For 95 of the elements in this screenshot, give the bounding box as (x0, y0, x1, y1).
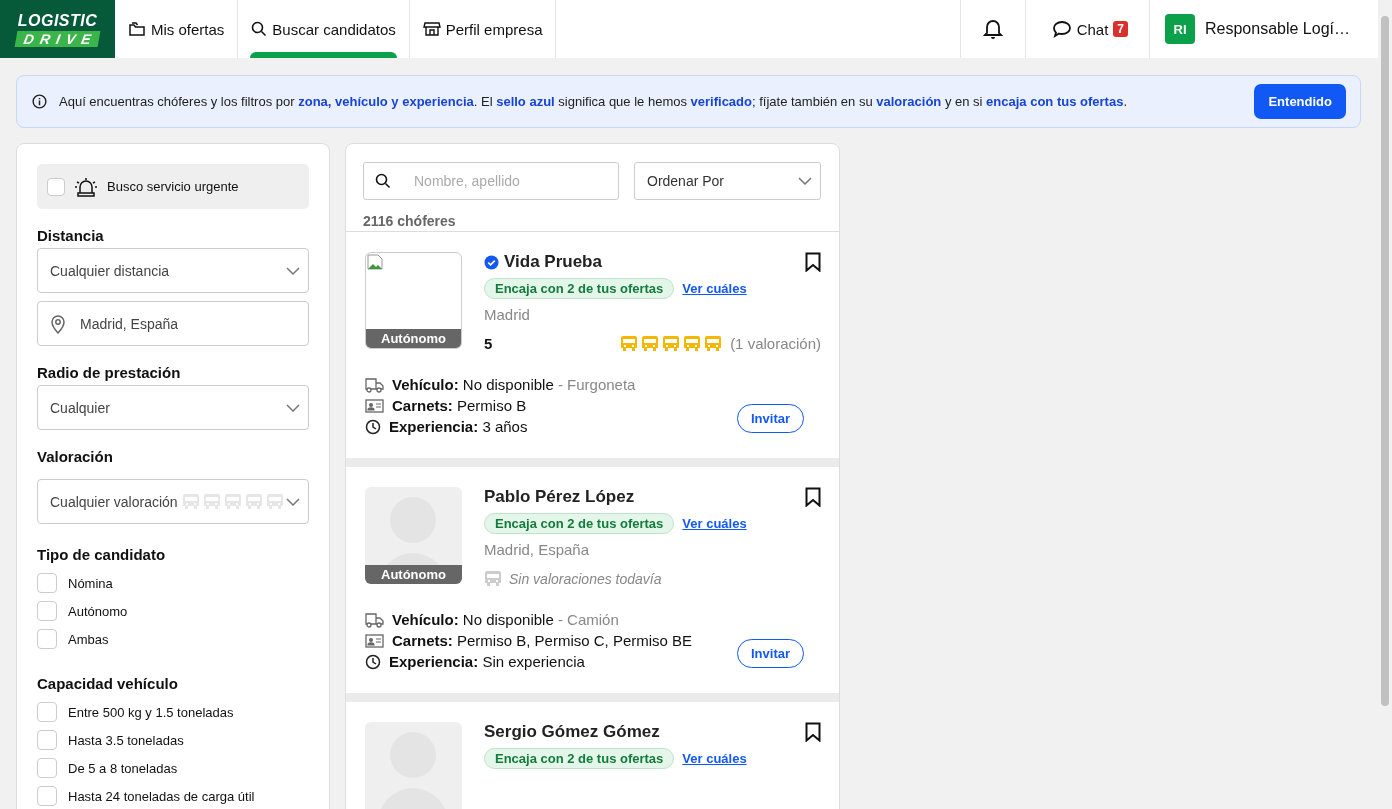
id-card-icon (365, 633, 384, 648)
urgent-label: Busco servicio urgente (107, 179, 239, 194)
see-which-link[interactable]: Ver cuáles (682, 751, 747, 766)
detail-text: Vehículo: No disponible (392, 611, 554, 628)
info-text: Aquí encuentras chóferes y los filtros por zona, vehículo y experiencia. El sello azul significa que le hemos verificado; fíjate también en su valoración y en si encaja con tus ofertas. (59, 94, 1128, 109)
nav-tab[interactable]: Mis ofertas (115, 0, 239, 58)
info-icon (32, 94, 47, 109)
see-which-link[interactable]: Ver cuáles (682, 281, 747, 296)
checkbox[interactable] (37, 702, 57, 722)
rating-star-icon (182, 493, 200, 510)
chevron-icon (798, 177, 812, 185)
candidate-location: Madrid (484, 306, 531, 323)
vehicle-type: - Furgoneta (557, 376, 636, 393)
checkbox[interactable] (37, 730, 57, 750)
rating-star-icon (662, 335, 681, 352)
distance-select[interactable]: Cualquier distancia (37, 248, 309, 293)
checkbox[interactable] (37, 573, 57, 593)
filter-title: Valoración (37, 448, 114, 465)
see-which-link[interactable]: Ver cuáles (682, 516, 747, 531)
search-field[interactable]: Nombre, apellido (363, 162, 619, 200)
bell-icon (982, 18, 1003, 40)
filter-title: Distancia (37, 227, 105, 244)
checkbox[interactable] (37, 786, 57, 806)
match-badge: Encaja con 2 de tus ofertas (484, 748, 675, 769)
option-label: Nómina (68, 575, 113, 591)
checkbox[interactable] (37, 629, 57, 649)
bookmark-icon[interactable] (805, 487, 821, 507)
rating-select[interactable]: Cualquier valoración (37, 479, 309, 524)
nav-tab[interactable]: Buscar candidatos (238, 0, 410, 58)
rating-star-icon (266, 493, 284, 510)
sort-select[interactable]: Ordenar Por (634, 162, 821, 200)
rating-icon (484, 570, 502, 587)
candidate-type-label: Autónomo (366, 329, 461, 348)
results-count: 2116 chóferes (363, 213, 457, 229)
option-label: Hasta 24 toneladas de carga útil (68, 788, 255, 804)
truck-icon (365, 611, 384, 628)
nav-tab[interactable]: Perfil empresa (409, 0, 557, 58)
candidate-location: Madrid, España (484, 541, 591, 558)
chevron-icon (286, 266, 300, 275)
detail-text: Experiencia: 3 años (389, 418, 528, 435)
radius-select[interactable]: Cualquier (37, 385, 309, 430)
match-badge: Encaja con 2 de tus ofertas (484, 278, 675, 299)
clock-icon (365, 418, 381, 435)
detail-text: Experiencia: Sin experiencia (389, 653, 585, 670)
chat-bubble-icon (1051, 20, 1072, 38)
checkbox[interactable] (47, 177, 65, 196)
filter-title: Radio de prestación (37, 364, 182, 381)
candidate-name: Sergio Gómez Gómez (484, 722, 660, 742)
rating-star-icon (224, 493, 242, 510)
option-label: De 5 a 8 toneladas (68, 760, 178, 776)
checkbox[interactable] (37, 601, 57, 621)
option-label: Hasta 3.5 toneladas (68, 732, 184, 748)
folder-icon (128, 21, 146, 37)
urgent-option[interactable]: Busco servicio urgente (37, 164, 309, 209)
bookmark-icon[interactable] (805, 252, 821, 272)
rating-star-icon (704, 335, 723, 352)
truck-icon (365, 376, 384, 393)
chevron-icon (286, 497, 300, 506)
candidate-type-label: Autónomo (365, 565, 462, 584)
understood-button[interactable]: Entendido (1254, 84, 1346, 119)
store-icon (422, 21, 441, 37)
logo[interactable]: LOGISTIC DRIVE (0, 0, 115, 58)
chevron-icon (286, 403, 300, 412)
filter-title: Tipo de candidato (37, 546, 167, 563)
no-rating-text: Sin valoraciones todavía (509, 570, 662, 587)
option-label: Entre 500 kg y 1.5 toneladas (68, 704, 234, 720)
rating-score: 5 (484, 335, 493, 352)
clock-icon (365, 653, 381, 670)
rating-star-icon (641, 335, 660, 352)
search-icon (251, 21, 268, 37)
rating-star-icon (245, 493, 263, 510)
unread-badge: 7 (1113, 21, 1128, 37)
candidate-name: Pablo Pérez López (484, 487, 635, 507)
rating-star-icon (683, 335, 702, 352)
siren-icon (74, 176, 98, 197)
option-label: Ambas (68, 631, 109, 647)
candidate-name: Vida Prueba (504, 252, 602, 272)
rating-count: (1 valoración) (730, 335, 821, 352)
user-name[interactable]: Responsable Logí… (1205, 20, 1350, 38)
rating-star-icon (203, 493, 221, 510)
match-badge: Encaja con 2 de tus ofertas (484, 513, 675, 534)
id-card-icon (365, 398, 384, 413)
option-label: Autónomo (68, 603, 128, 619)
detail-text: Vehículo: No disponible (392, 376, 554, 393)
vehicle-type: - Camión (557, 611, 619, 628)
map-pin-icon (50, 313, 66, 334)
location-field[interactable]: Madrid, España (37, 301, 309, 346)
invite-button[interactable]: Invitar (737, 404, 804, 433)
detail-text: Carnets: Permiso B, Permiso C, Permiso BE (392, 632, 693, 649)
rating-star-icon (620, 335, 639, 352)
checkbox[interactable] (37, 758, 57, 778)
filter-title: Capacidad vehículo (37, 675, 179, 692)
invite-button[interactable]: Invitar (737, 639, 804, 668)
bookmark-icon[interactable] (805, 722, 821, 742)
detail-text: Carnets: Permiso B (392, 397, 527, 414)
